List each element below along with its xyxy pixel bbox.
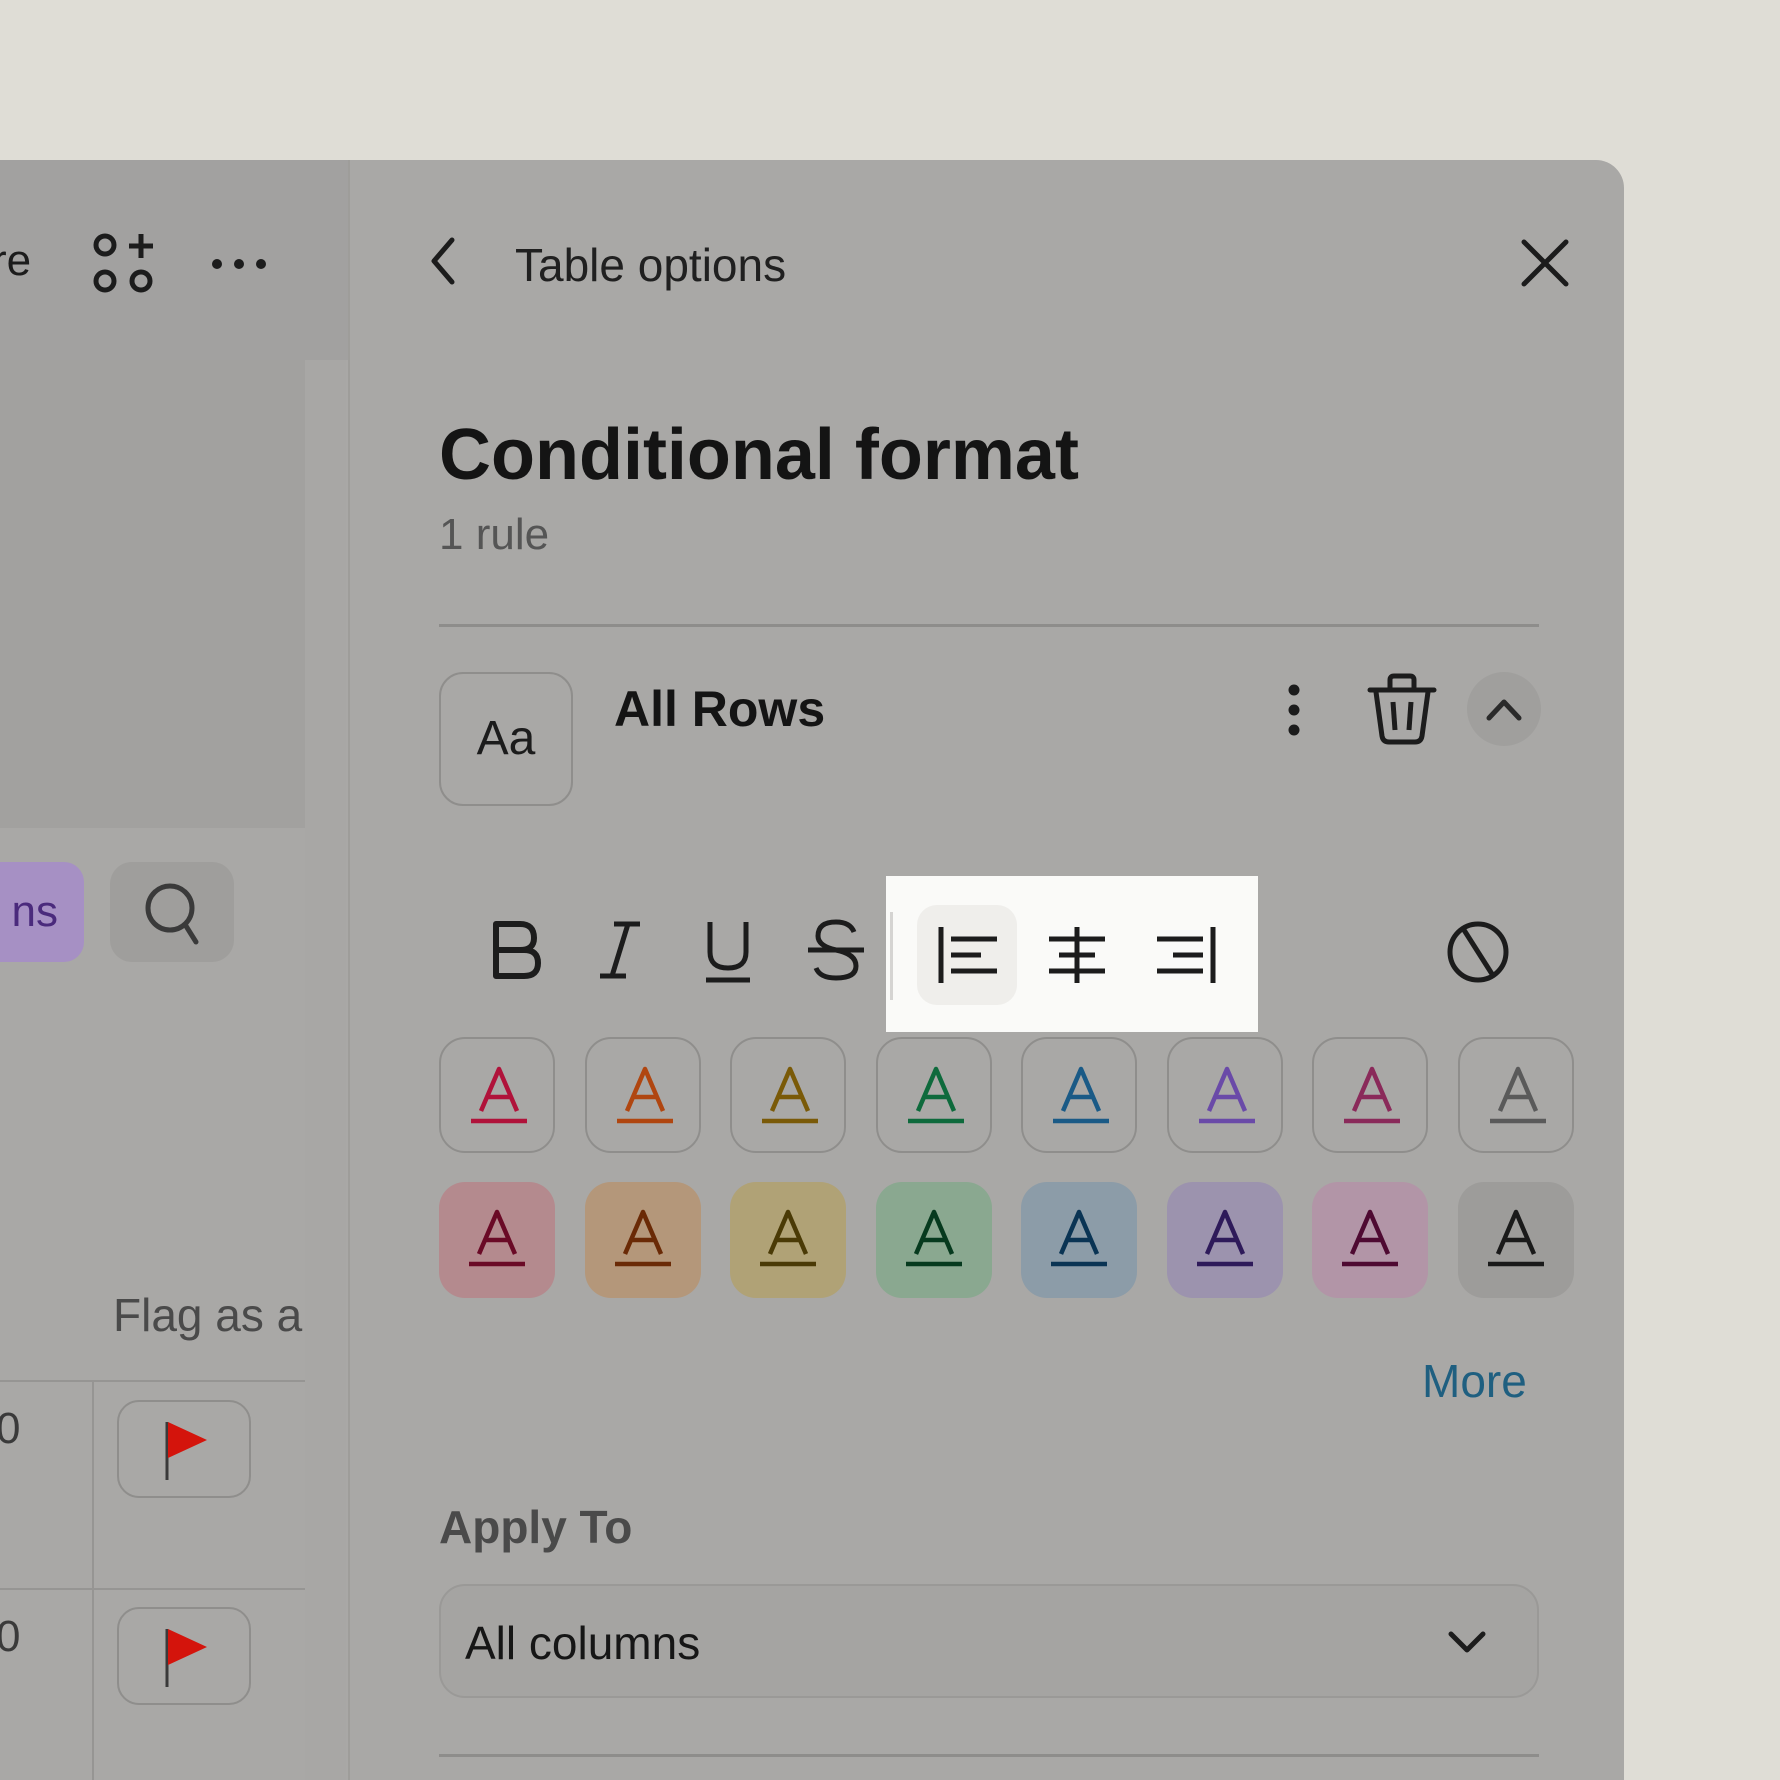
search-icon [145,883,199,945]
fill-color-swatch-red[interactable] [439,1182,555,1298]
underline-icon [706,922,750,983]
toolbar-text-fragment[interactable]: re [0,236,31,286]
chevron-left-icon[interactable] [426,236,460,286]
apply-to-label: Apply To [439,1501,633,1553]
letter-a-icon [1198,1066,1255,1124]
left-pane-edge [305,360,346,1780]
kebab-icon[interactable] [1284,682,1304,738]
letter-a-icon [1053,1066,1109,1124]
text-color-swatch-orange[interactable] [584,1037,701,1153]
panel-title: Table options [515,239,787,291]
app-window: re ns Flag as a [0,160,1624,1780]
align-left-icon [938,927,997,983]
flag-button[interactable] [117,1607,251,1705]
letter-a-icon [1489,1066,1546,1124]
apps-add-icon[interactable] [92,232,154,294]
table-divider [0,1588,305,1590]
text-color-swatch-purple[interactable] [1166,1037,1283,1153]
flag-button[interactable] [117,1400,251,1498]
fill-color-swatch-pink[interactable] [1312,1182,1428,1298]
flag-icon [165,1422,207,1480]
table-cell-value: 0 [0,1612,21,1661]
chevron-up-icon [1486,699,1522,721]
table-divider [0,1380,305,1382]
letter-a-icon [760,1209,816,1267]
table-options-panel: Table options Conditional format 1 rule … [350,160,1624,1780]
align-left-button[interactable] [917,905,1017,1005]
text-color-swatch-green[interactable] [875,1037,992,1153]
fill-color-swatch-purple[interactable] [1166,1182,1283,1298]
fill-color-swatch-orange[interactable] [584,1182,701,1298]
align-right-icon [1157,927,1216,983]
align-center-icon [1049,927,1105,983]
letter-a-icon [1051,1209,1107,1267]
text-color-swatch-pink[interactable] [1312,1037,1428,1153]
rule-count: 1 rule [439,510,550,559]
page-title: Conditional format [439,415,1079,495]
apply-to-value: All columns [465,1617,701,1669]
text-color-swatch-gray[interactable] [1457,1037,1574,1153]
strikethrough-icon [808,919,864,981]
letter-a-icon [1344,1066,1400,1124]
fill-color-swatch-gray[interactable] [1457,1182,1574,1298]
rule-name: All Rows [614,681,826,737]
bold-button[interactable] [462,900,562,1000]
clear-format-icon[interactable] [1446,920,1510,984]
align-right-button[interactable] [1137,905,1237,1005]
italic-button[interactable] [570,900,670,1000]
fill-color-swatch-green[interactable] [875,1182,992,1298]
text-color-swatch-blue[interactable] [1021,1037,1137,1153]
letter-a-icon [907,1066,964,1124]
letter-a-icon [762,1066,818,1124]
rule-preview: Aa [439,672,573,806]
table-cell-value: 0 [0,1404,21,1453]
left-pane: re ns Flag as a [0,160,350,1780]
search-button[interactable] [110,862,234,962]
section-divider [439,1754,1539,1757]
filter-pill[interactable]: ns [0,862,84,962]
align-center-button[interactable] [1027,905,1127,1005]
letter-a-icon [905,1209,962,1267]
chevron-down-icon [1448,1631,1486,1653]
letter-a-icon [614,1209,671,1267]
toolbar-separator [890,912,893,1000]
strikethrough-button[interactable] [786,900,886,1000]
left-content-area [0,360,305,828]
letter-a-icon [1487,1209,1544,1267]
more-colors-link[interactable]: More [1422,1354,1527,1408]
more-horizontal-icon[interactable] [210,256,268,272]
close-icon[interactable] [1520,238,1570,288]
table-column-divider [92,1382,94,1780]
collapse-button[interactable] [1467,672,1541,746]
left-toolbar: re [0,160,348,360]
letter-a-icon [616,1066,673,1124]
apply-to-select[interactable]: All columns [439,1584,1539,1698]
trash-icon[interactable] [1366,670,1438,746]
column-header-flag: Flag as a [113,1289,303,1341]
letter-a-icon [1196,1209,1253,1267]
bold-icon [493,921,541,979]
text-color-swatch-yellow[interactable] [730,1037,846,1153]
text-color-swatch-red[interactable] [439,1037,555,1153]
fill-color-swatch-blue[interactable] [1021,1182,1137,1298]
underline-button[interactable] [678,900,778,1000]
letter-a-icon [469,1209,525,1267]
letter-a-icon [471,1066,527,1124]
letter-a-icon [1342,1209,1398,1267]
section-divider [439,624,1539,627]
flag-icon [165,1629,207,1687]
filter-pill-label: ns [11,887,58,936]
fill-color-swatch-yellow[interactable] [730,1182,846,1298]
italic-icon [600,921,640,979]
